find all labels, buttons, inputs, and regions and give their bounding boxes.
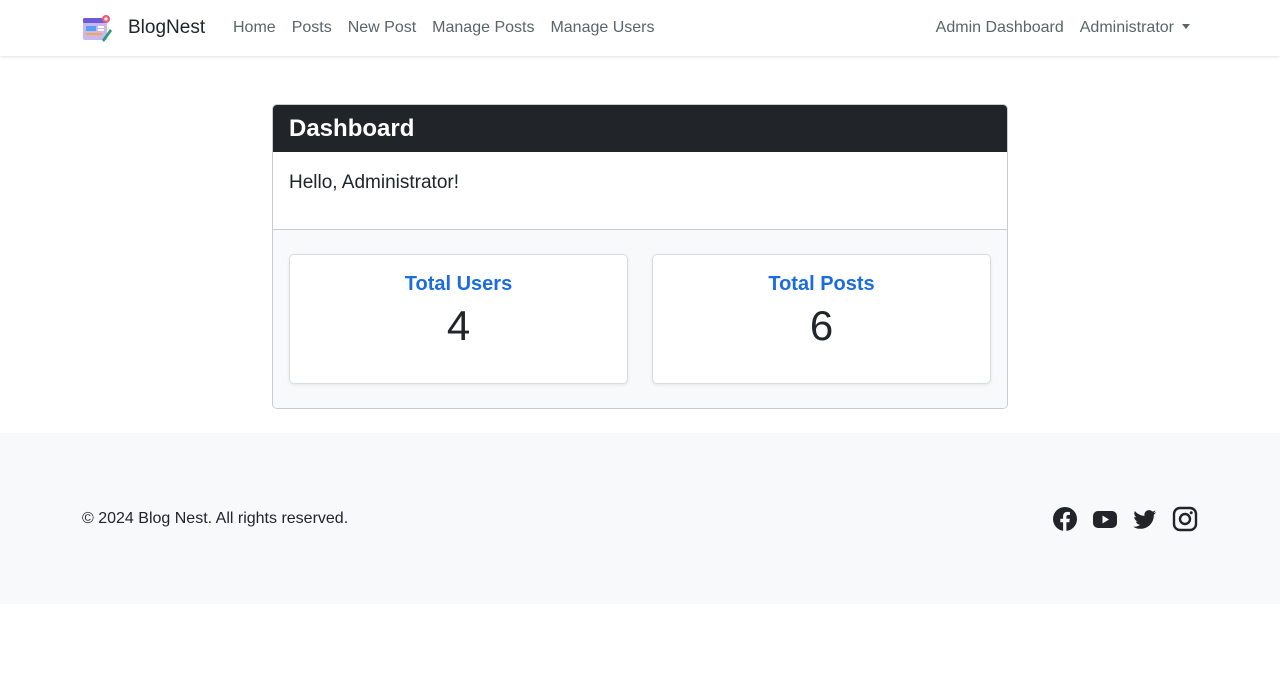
social-links — [1052, 506, 1198, 532]
total-users-card: Total Users 4 — [289, 254, 628, 384]
total-users-value: 4 — [446, 302, 471, 349]
greeting-text: Hello, Administrator! — [289, 172, 460, 193]
blog-logo-icon — [83, 15, 112, 42]
brand-link[interactable]: BlogNest — [82, 12, 205, 44]
nav-new-post[interactable]: New Post — [340, 19, 424, 37]
total-posts-label: Total Posts — [768, 273, 875, 295]
total-posts-card: Total Posts 6 — [652, 254, 991, 384]
user-menu-label: Administrator — [1079, 19, 1174, 36]
stats-section: Total Users 4 Total Posts 6 — [273, 230, 1007, 408]
top-navbar: BlogNest Home Posts New Post Manage Post… — [0, 0, 1280, 56]
facebook-icon[interactable] — [1052, 506, 1078, 532]
instagram-icon[interactable] — [1172, 506, 1198, 532]
right-nav: Admin Dashboard Administrator — [928, 0, 1198, 56]
main-nav: Home Posts New Post Manage Posts Manage … — [225, 0, 663, 56]
youtube-icon[interactable] — [1092, 506, 1118, 532]
nav-manage-users[interactable]: Manage Users — [542, 19, 662, 37]
brand-name: BlogNest — [128, 17, 206, 38]
twitter-icon[interactable] — [1132, 506, 1158, 532]
caret-down-icon — [1182, 24, 1190, 29]
nav-manage-posts[interactable]: Manage Posts — [424, 19, 542, 37]
user-menu-dropdown[interactable]: Administrator — [1072, 19, 1198, 37]
nav-home[interactable]: Home — [225, 19, 284, 37]
dashboard-card: Dashboard Hello, Administrator! Total Us… — [272, 104, 1008, 409]
page-title: Dashboard — [289, 114, 415, 142]
nav-posts[interactable]: Posts — [284, 19, 340, 37]
copyright-text: © 2024 Blog Nest. All rights reserved. — [82, 510, 349, 527]
total-posts-value: 6 — [809, 302, 834, 349]
page-footer: © 2024 Blog Nest. All rights reserved. — [0, 433, 1280, 604]
card-header: Dashboard — [273, 105, 1007, 152]
card-body: Hello, Administrator! — [273, 152, 1007, 230]
nav-admin-dashboard[interactable]: Admin Dashboard — [928, 19, 1072, 37]
total-users-label: Total Users — [404, 273, 513, 295]
